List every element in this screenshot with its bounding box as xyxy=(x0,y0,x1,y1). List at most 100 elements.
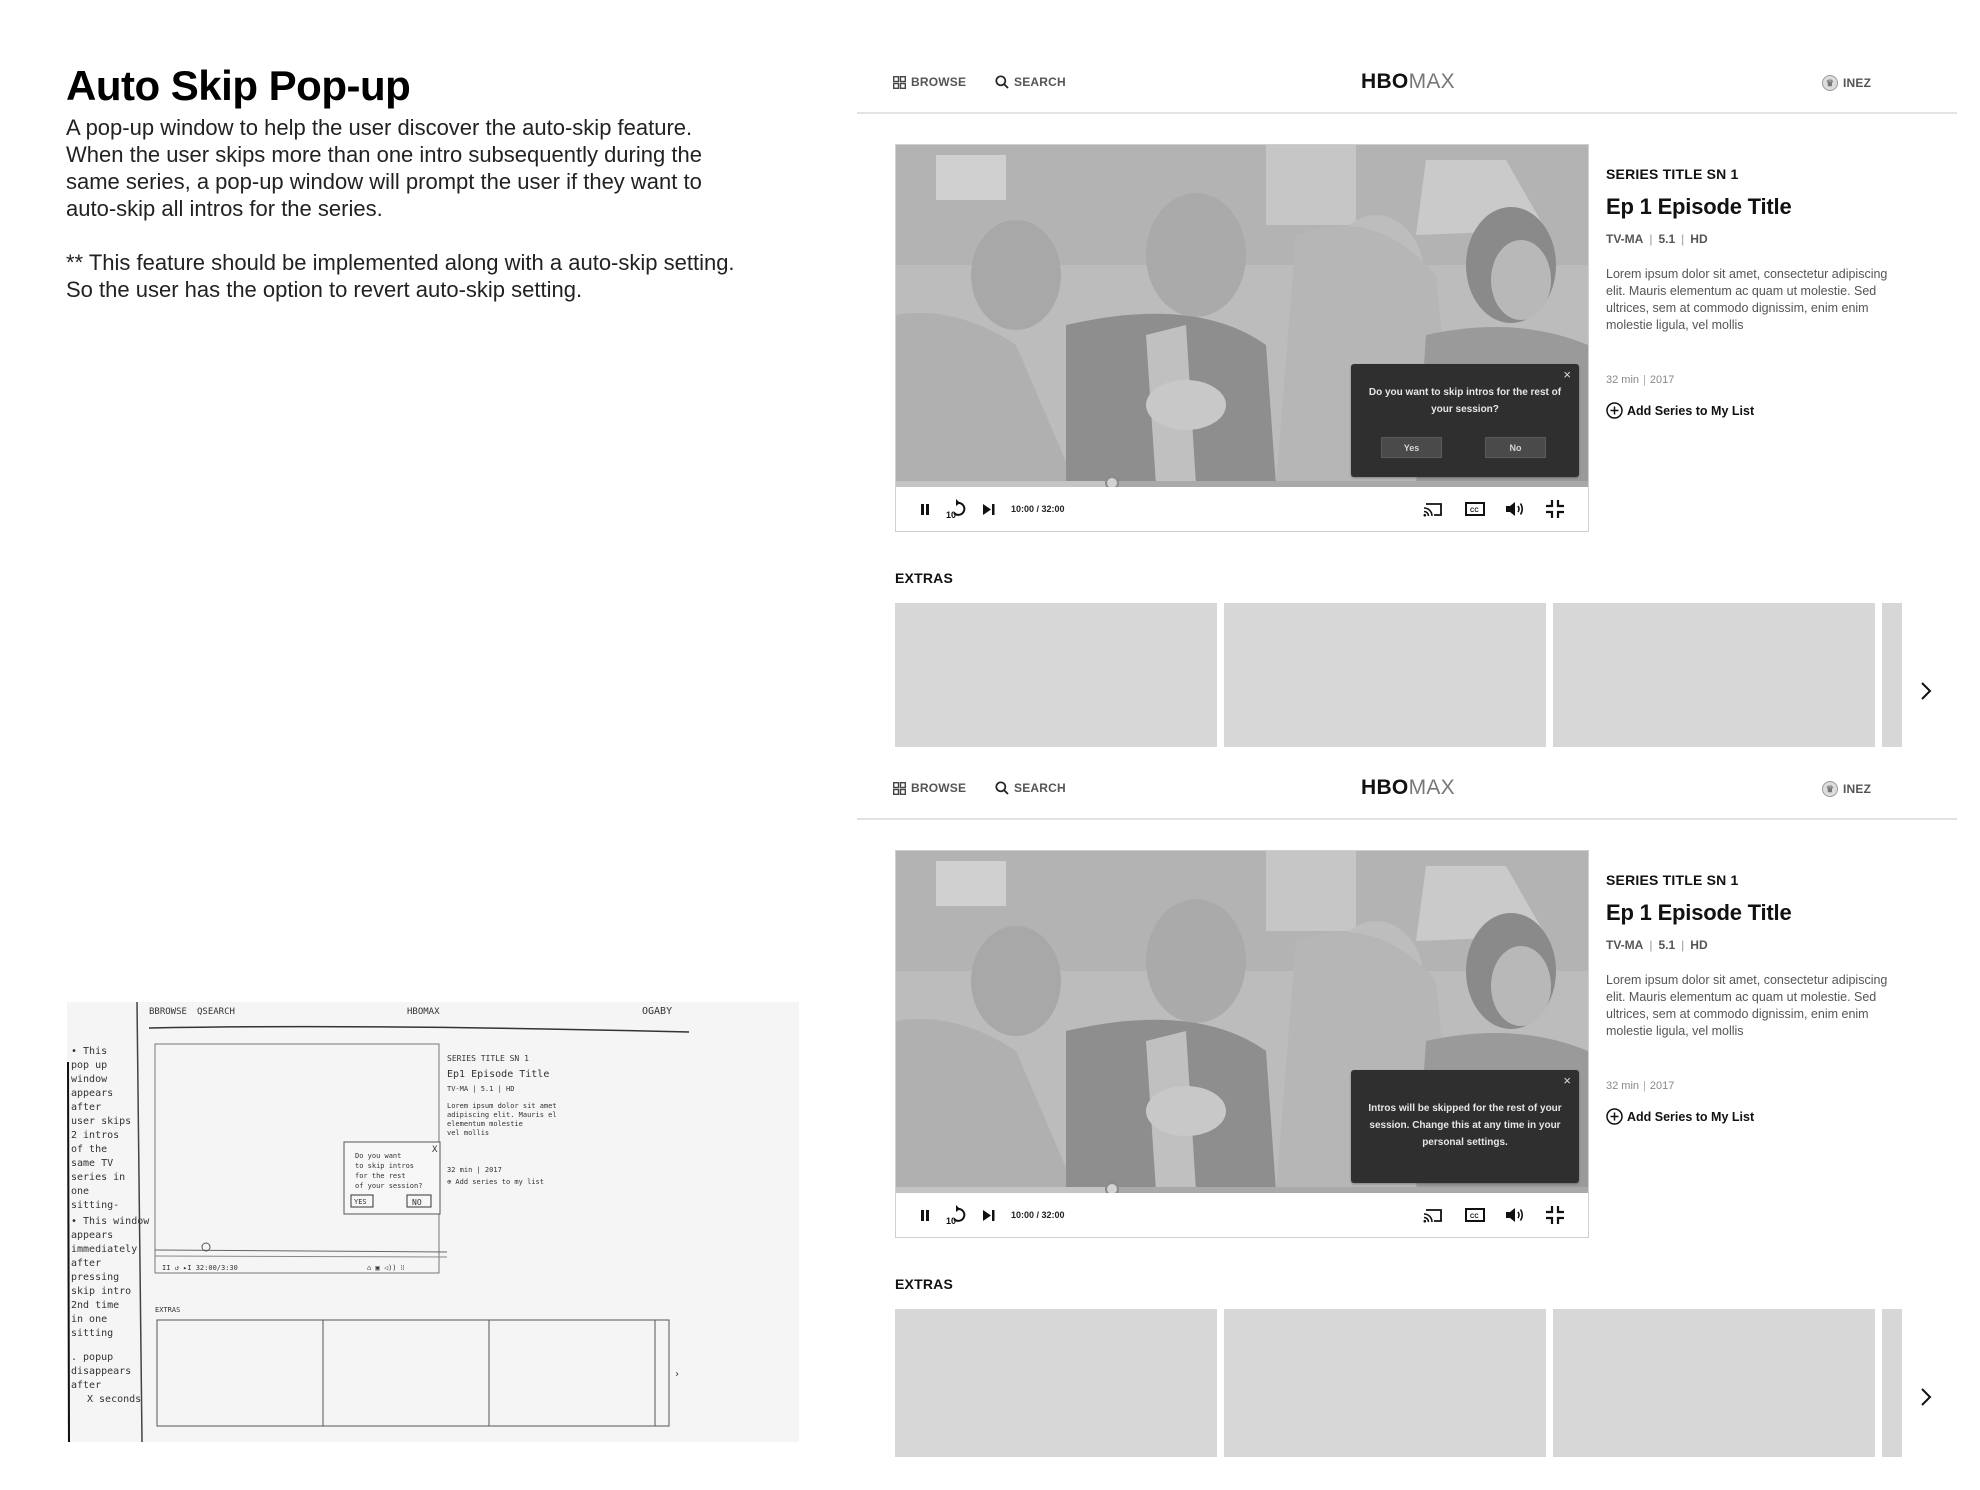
yes-button[interactable]: Yes xyxy=(1381,437,1442,458)
nav-search[interactable]: SEARCH xyxy=(995,781,1066,795)
extras-tile[interactable] xyxy=(1224,1309,1546,1457)
closed-captions-icon: CC xyxy=(1465,1208,1485,1222)
add-to-my-list-button[interactable]: Add Series to My List xyxy=(1606,1108,1906,1125)
nav-user-profile[interactable]: ♛ INEZ xyxy=(1822,781,1871,797)
svg-text:›: › xyxy=(674,1369,680,1380)
next-episode-button[interactable] xyxy=(982,499,996,519)
mockup-prompt: BROWSE SEARCH HBOMAX ♛ INEZ × Do you wan… xyxy=(857,48,1957,748)
svg-text:in one: in one xyxy=(71,1314,107,1325)
video-player[interactable]: × Intros will be skipped for the rest of… xyxy=(895,850,1589,1238)
episode-meta: TV-MA | 5.1 | HD xyxy=(1606,232,1708,246)
nav-browse[interactable]: BROWSE xyxy=(893,75,966,89)
volume-icon xyxy=(1506,1208,1524,1222)
extras-tile[interactable] xyxy=(1224,603,1546,747)
next-episode-button[interactable] xyxy=(982,1205,996,1225)
svg-text:of your session?: of your session? xyxy=(355,1182,422,1190)
no-button[interactable]: No xyxy=(1485,437,1546,458)
replay-10-button[interactable]: 10 xyxy=(946,1205,968,1225)
rating: TV-MA xyxy=(1606,232,1644,246)
volume-button[interactable] xyxy=(1504,499,1526,519)
extras-tile[interactable] xyxy=(895,1309,1217,1457)
extras-tile[interactable] xyxy=(895,603,1217,747)
grid-icon xyxy=(893,75,906,89)
svg-text:. popup: . popup xyxy=(71,1352,113,1363)
extras-tile[interactable] xyxy=(1553,603,1875,747)
video-frame[interactable]: × Intros will be skipped for the rest of… xyxy=(896,851,1588,1191)
cast-icon xyxy=(1423,1208,1442,1222)
svg-text:series in: series in xyxy=(71,1172,125,1183)
svg-text:X seconds: X seconds xyxy=(87,1394,141,1405)
video-quality: HD xyxy=(1690,938,1708,952)
episode-info: SERIES TITLE SN 1 Ep 1 Episode Title TV-… xyxy=(1606,872,1906,1125)
hbo-max-logo[interactable]: HBOMAX xyxy=(1361,70,1455,94)
chevron-right-icon[interactable] xyxy=(1918,1386,1934,1408)
sketch-no: NO xyxy=(412,1198,422,1207)
nav-browse[interactable]: BROWSE xyxy=(893,781,966,795)
sketch-nav-browse: BBROWSE xyxy=(149,1007,187,1017)
user-name: INEZ xyxy=(1843,76,1872,90)
sketch-nav-search: QSEARCH xyxy=(197,1007,235,1017)
search-icon xyxy=(995,781,1009,795)
chevron-right-icon[interactable] xyxy=(1918,680,1934,702)
add-to-my-list-label: Add Series to My List xyxy=(1627,1109,1755,1124)
video-quality: HD xyxy=(1690,232,1708,246)
volume-button[interactable] xyxy=(1504,1205,1526,1225)
cast-button[interactable] xyxy=(1422,499,1444,519)
exit-fullscreen-button[interactable] xyxy=(1544,499,1566,519)
episode-title: Ep 1 Episode Title xyxy=(1606,194,1792,219)
svg-text:⌂ ▣ ◁)) ⁞⁞: ⌂ ▣ ◁)) ⁞⁞ xyxy=(367,1264,405,1272)
logo-light: MAX xyxy=(1408,70,1455,93)
search-icon xyxy=(995,75,1009,89)
exit-fullscreen-icon xyxy=(1546,500,1564,518)
add-to-my-list-button[interactable]: Add Series to My List xyxy=(1606,402,1906,419)
svg-text:after: after xyxy=(71,1380,101,1391)
svg-text:after: after xyxy=(71,1102,101,1113)
svg-text:elementum molestie: elementum molestie xyxy=(447,1120,523,1128)
close-icon[interactable]: × xyxy=(1563,368,1571,382)
sketch-drawing: BBROWSE QSEARCH HBOMAX OGABY II ↺ ▸I 32:… xyxy=(67,1002,690,1442)
pause-button[interactable] xyxy=(918,499,932,519)
playback-time: 10:00 / 32:00 xyxy=(1011,504,1065,514)
video-player[interactable]: × Do you want to skip intros for the res… xyxy=(895,144,1589,532)
hbo-max-logo[interactable]: HBOMAX xyxy=(1361,776,1455,800)
nav-search[interactable]: SEARCH xyxy=(995,75,1066,89)
extras-tile-partial[interactable] xyxy=(1882,603,1902,747)
svg-text:• This: • This xyxy=(71,1046,107,1057)
year: 2017 xyxy=(1649,1080,1675,1092)
extras-tile-partial[interactable] xyxy=(1882,1309,1902,1457)
nav-user-profile[interactable]: ♛ INEZ xyxy=(1822,75,1871,91)
svg-text:• This window: • This window xyxy=(71,1216,150,1227)
svg-text:X: X xyxy=(432,1145,438,1155)
close-icon[interactable]: × xyxy=(1563,1074,1571,1088)
cast-button[interactable] xyxy=(1422,1205,1444,1225)
extras-tile[interactable] xyxy=(1553,1309,1875,1457)
pause-button[interactable] xyxy=(918,1205,932,1225)
popup-message: Do you want to skip intros for the rest … xyxy=(1368,387,1562,415)
svg-text:one: one xyxy=(71,1186,89,1197)
playback-time: 10:00 / 32:00 xyxy=(1011,1210,1065,1220)
video-frame[interactable]: × Do you want to skip intros for the res… xyxy=(896,145,1588,485)
exit-fullscreen-button[interactable] xyxy=(1544,1205,1566,1225)
nav-search-label: SEARCH xyxy=(1014,75,1066,89)
synopsis: Lorem ipsum dolor sit amet, consectetur … xyxy=(1606,267,1888,332)
svg-text:10: 10 xyxy=(946,1216,956,1225)
svg-text:to skip intros: to skip intros xyxy=(355,1162,414,1170)
runtime-year: 32 min | 2017 xyxy=(1606,374,1675,386)
svg-text:TV-MA | 5.1 | HD: TV-MA | 5.1 | HD xyxy=(447,1085,514,1093)
logo-bold: HBO xyxy=(1361,70,1409,93)
audio-format: 5.1 xyxy=(1658,938,1676,952)
svg-text:32 min | 2017: 32 min | 2017 xyxy=(447,1166,502,1174)
episode-meta: TV-MA | 5.1 | HD xyxy=(1606,938,1708,952)
pause-icon xyxy=(921,1209,929,1221)
volume-icon xyxy=(1506,502,1524,516)
page-title: Auto Skip Pop-up xyxy=(66,62,411,109)
closed-captions-button[interactable]: CC xyxy=(1464,499,1486,519)
svg-text:pop up: pop up xyxy=(71,1060,107,1071)
replay-10-button[interactable]: 10 xyxy=(946,499,968,519)
skip-next-icon xyxy=(983,503,995,515)
synopsis: Lorem ipsum dolor sit amet, consectetur … xyxy=(1606,973,1888,1038)
runtime: 32 min xyxy=(1606,1080,1640,1092)
plus-circle-icon xyxy=(1606,1108,1623,1125)
closed-captions-button[interactable]: CC xyxy=(1464,1205,1486,1225)
svg-text:skip intro: skip intro xyxy=(71,1286,131,1297)
